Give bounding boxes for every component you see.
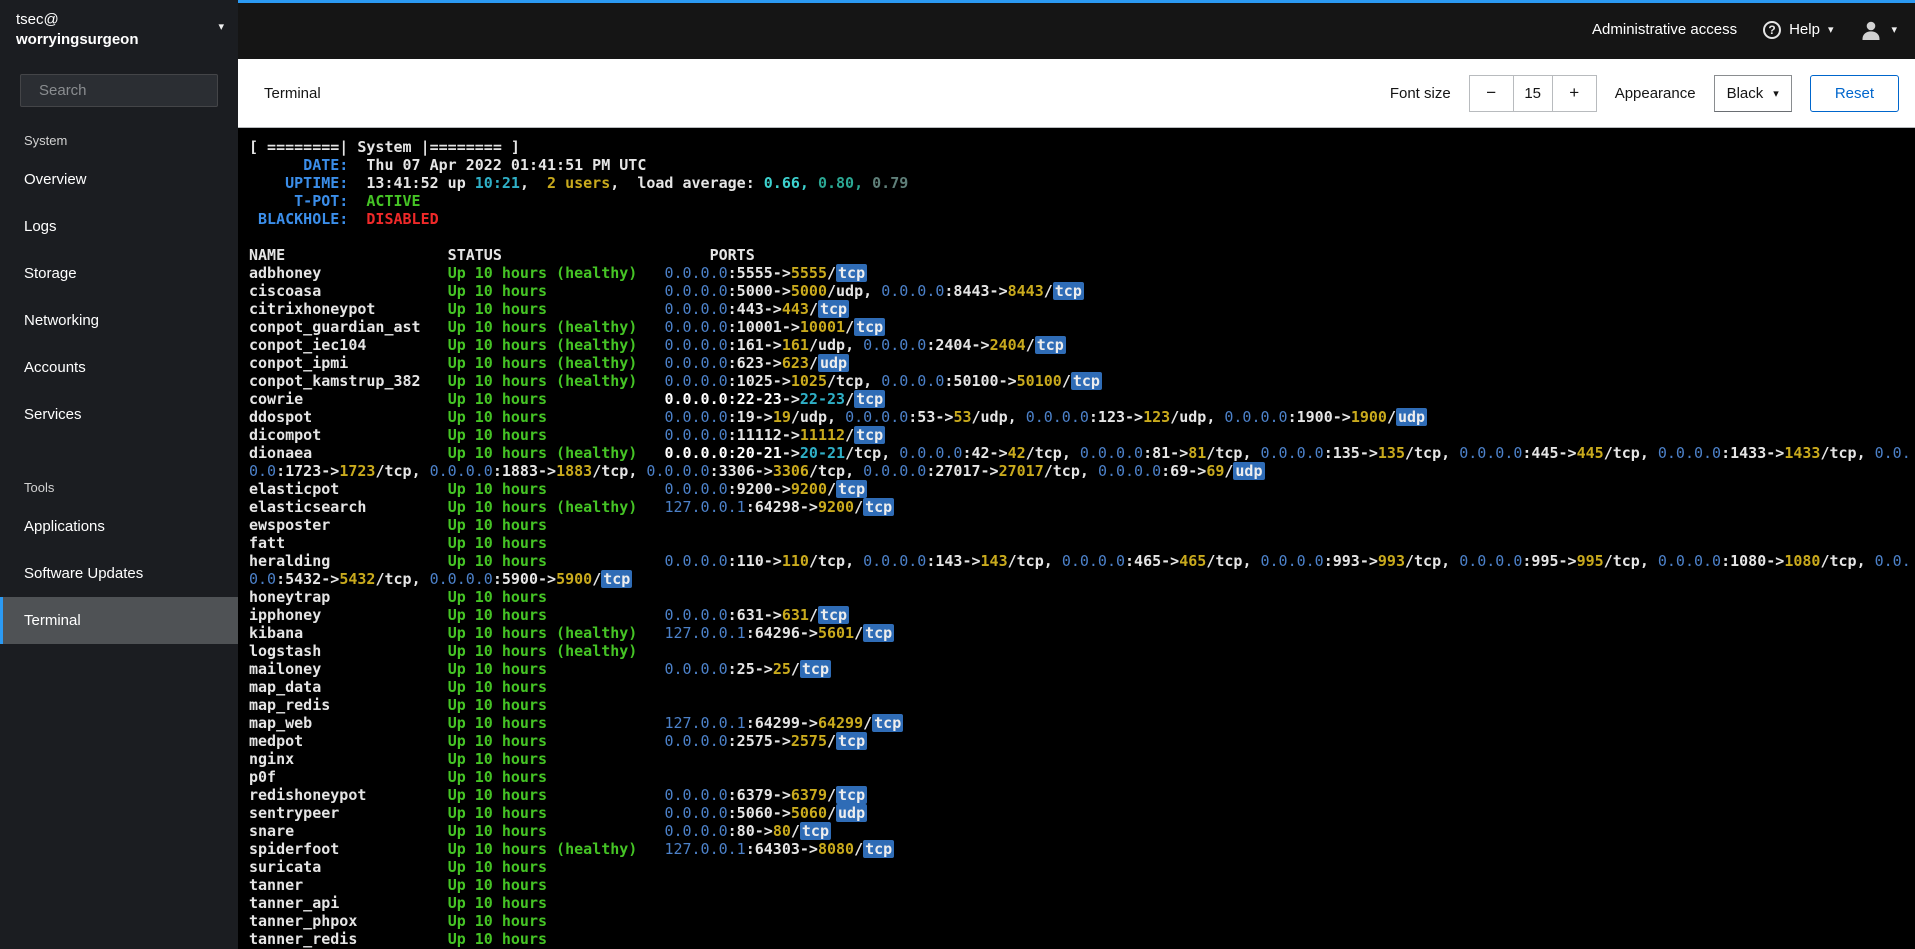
terminal-line: redishoneypot Up 10 hours 0.0.0.0:6379->… (249, 786, 868, 804)
terminal-line: elasticsearch Up 10 hours (healthy) 127.… (249, 498, 895, 516)
cockpit-app: tsec@ worryingsurgeon ▾ System OverviewLo… (0, 0, 1915, 949)
help-menu-button[interactable]: ? Help ▾ (1763, 20, 1834, 39)
terminal-line: mailoney Up 10 hours 0.0.0.0:25->25/tcp (249, 660, 831, 678)
terminal-line: ewsposter Up 10 hours (249, 516, 548, 534)
terminal-line: map_redis Up 10 hours (249, 696, 548, 714)
panel-title: Terminal (264, 84, 321, 102)
sidebar-item-services[interactable]: Services (0, 391, 238, 438)
toolbar-controls: Font size − 15 + Appearance Black ▾ Rese… (1389, 74, 1915, 112)
terminal-line: map_data Up 10 hours (249, 678, 548, 696)
appearance-value: Black (1726, 84, 1764, 102)
sidebar-item-accounts[interactable]: Accounts (0, 344, 238, 391)
sidebar-item-terminal[interactable]: Terminal (0, 597, 238, 644)
session-menu-button[interactable]: ▾ (1859, 18, 1897, 42)
sidebar-item-storage[interactable]: Storage (0, 250, 238, 297)
terminal-line: sentrypeer Up 10 hours 0.0.0.0:5060->506… (249, 804, 868, 822)
terminal-line: heralding Up 10 hours 0.0.0.0:110->110/t… (249, 552, 1911, 588)
terminal-line: conpot_iec104 Up 10 hours (healthy) 0.0.… (249, 336, 1066, 354)
font-size-value: 15 (1512, 74, 1553, 112)
terminal-line: citrixhoneypot Up 10 hours 0.0.0.0:443->… (249, 300, 850, 318)
terminal-line: dionaea Up 10 hours (healthy) 0.0.0.0:20… (249, 444, 1911, 480)
sidebar-item-logs[interactable]: Logs (0, 203, 238, 250)
nav-section: Tools Applications Software Updates Termina… (0, 480, 238, 644)
terminal-line: ipphoney Up 10 hours 0.0.0.0:631->631/tc… (249, 606, 850, 624)
terminal-line: conpot_guardian_ast Up 10 hours (healthy… (249, 318, 886, 336)
terminal-line: p0f Up 10 hours (249, 768, 548, 786)
sidebar-nav: System Overview Logs Storage Networking Accou… (0, 133, 238, 644)
sidebar-item-software-updates[interactable]: Software Updates (0, 550, 238, 597)
terminal-line: dicompot Up 10 hours 0.0.0.0:11112->1111… (249, 426, 886, 444)
host-name: worryingsurgeon (16, 31, 139, 48)
terminal-line: medpot Up 10 hours 0.0.0.0:2575->2575/tc… (249, 732, 868, 750)
help-label: Help (1789, 21, 1820, 38)
host-user: tsec@ (16, 11, 59, 28)
appearance-select[interactable]: Black ▾ (1713, 74, 1792, 112)
host-switcher[interactable]: tsec@ worryingsurgeon ▾ (0, 0, 238, 58)
nav-section: System Overview Logs Storage Networking Accou… (0, 133, 238, 438)
terminal-line: T-POT: ACTIVE (249, 192, 421, 210)
sidebar: tsec@ worryingsurgeon ▾ System OverviewLo… (0, 0, 238, 949)
search-input[interactable] (39, 82, 238, 99)
terminal-line: tanner_phpox Up 10 hours (249, 912, 548, 930)
chevron-down-icon: ▾ (1827, 24, 1834, 36)
sidebar-item-overview[interactable]: Overview (0, 156, 238, 203)
reset-button[interactable]: Reset (1809, 74, 1899, 112)
nav-section-title: System (24, 133, 68, 148)
terminal-line: UPTIME: 13:41:52 up 10:21, 2 users, load… (249, 174, 909, 192)
terminal-line: tanner_redis Up 10 hours (249, 930, 548, 948)
help-icon: ? (1763, 20, 1782, 39)
terminal-line: suricata Up 10 hours (249, 858, 548, 876)
sidebar-item-networking[interactable]: Networking (0, 297, 238, 344)
nav-section-title: Tools (24, 480, 55, 495)
chevron-down-icon: ▾ (1891, 24, 1897, 36)
terminal-toolbar: Terminal Font size − 15 + Appearance Bla… (238, 59, 1915, 128)
terminal-line: [ ========| System |======== ] (249, 138, 520, 156)
font-size-label: Font size (1389, 84, 1451, 102)
terminal-line: spiderfoot Up 10 hours (healthy) 127.0.0… (249, 840, 895, 858)
admin-access-button[interactable]: Administrative access (1592, 21, 1737, 38)
font-size-stepper: − 15 + (1468, 74, 1597, 112)
chevron-down-icon: ▾ (1773, 87, 1779, 100)
terminal-line: tanner_api Up 10 hours (249, 894, 548, 912)
terminal-line: elasticpot Up 10 hours 0.0.0.0:9200->920… (249, 480, 868, 498)
terminal-line: map_web Up 10 hours 127.0.0.1:64299->642… (249, 714, 904, 732)
terminal-output: [ ========| System |======== ] DATE: Thu… (249, 138, 1915, 948)
terminal-line: conpot_ipmi Up 10 hours (healthy) 0.0.0.… (249, 354, 850, 372)
terminal-line: logstash Up 10 hours (healthy) (249, 642, 638, 660)
search-box[interactable] (20, 74, 238, 107)
terminal-line: BLACKHOLE: DISABLED (249, 210, 439, 228)
terminal-line: ddospot Up 10 hours 0.0.0.0:19->19/udp, … (249, 408, 1428, 426)
terminal-line: NAME STATUS PORTS (249, 246, 755, 264)
terminal-line: tanner Up 10 hours (249, 876, 548, 894)
font-increase-button[interactable]: + (1551, 74, 1597, 112)
terminal-line: nginx Up 10 hours (249, 750, 548, 768)
font-decrease-button[interactable]: − (1468, 74, 1514, 112)
terminal-line: snare Up 10 hours 0.0.0.0:80->80/tcp (249, 822, 831, 840)
terminal-line: cowrie Up 10 hours 0.0.0.0:22-23->22-23/… (249, 390, 886, 408)
terminal-line: ciscoasa Up 10 hours 0.0.0.0:5000->5000/… (249, 282, 1084, 300)
terminal-line: adbhoney Up 10 hours (healthy) 0.0.0.0:5… (249, 264, 868, 282)
terminal-line: kibana Up 10 hours (healthy) 127.0.0.1:6… (249, 624, 895, 642)
terminal-line: honeytrap Up 10 hours (249, 588, 548, 606)
terminal-line: conpot_kamstrup_382 Up 10 hours (healthy… (249, 372, 1102, 390)
admin-access-label: Administrative access (1592, 21, 1738, 38)
terminal-line: fatt Up 10 hours (249, 534, 548, 552)
terminal-line: DATE: Thu 07 Apr 2022 01:41:51 PM UTC (249, 156, 647, 174)
terminal-panel[interactable]: [ ========| System |======== ] DATE: Thu… (238, 128, 1915, 949)
sidebar-item-applications[interactable]: Applications (0, 503, 238, 550)
top-accent-bar (238, 0, 1915, 3)
chevron-down-icon: ▾ (218, 21, 224, 33)
user-avatar-icon (1862, 21, 1880, 40)
masthead: Administrative access ? Help ▾ ▾ (238, 0, 1915, 59)
appearance-label: Appearance (1614, 84, 1696, 102)
